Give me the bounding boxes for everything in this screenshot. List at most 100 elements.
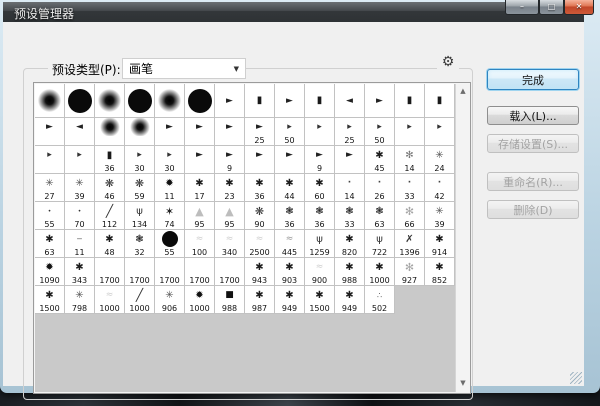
brush-cell[interactable] <box>35 84 65 118</box>
brush-cell[interactable]: ▸ <box>35 146 65 174</box>
brush-cell[interactable]: ≈900 <box>305 258 335 286</box>
brush-cell[interactable]: ✱ 44 <box>275 174 305 202</box>
brush-cell[interactable]: ▮ <box>245 84 275 118</box>
preset-type-select[interactable]: 画笔 ▼ <box>122 58 246 79</box>
vertical-scrollbar[interactable]: ▲ ▼ <box>455 84 470 392</box>
brush-cell[interactable]: ▮ <box>305 84 335 118</box>
brush-cell[interactable]: ✶ 74 <box>155 202 185 230</box>
brush-cell[interactable]: 1700 <box>215 258 245 286</box>
brush-cell[interactable]: ≈2500 <box>245 230 275 258</box>
brush-cell[interactable]: · 33 <box>395 174 425 202</box>
brush-cell[interactable]: ✱ 903 <box>275 258 305 286</box>
brush-cell[interactable] <box>65 84 95 118</box>
brush-cell[interactable]: ✱ 1500 <box>35 286 65 314</box>
brush-cell[interactable]: ▲ 95 <box>215 202 245 230</box>
brush-cell[interactable]: ► <box>185 118 215 146</box>
brush-cell[interactable] <box>125 84 155 118</box>
brush-cell[interactable]: ✱ 987 <box>245 286 275 314</box>
brush-cell[interactable]: ✱ 343 <box>65 258 95 286</box>
title-bar[interactable]: 预设管理器 <box>3 2 584 22</box>
brush-cell[interactable]: ≈340 <box>215 230 245 258</box>
brush-cell[interactable]: ❋ 46 <box>95 174 125 202</box>
save-set-button[interactable]: 存储设置(S)... <box>487 134 579 153</box>
brush-cell[interactable]: ▸ 50 <box>275 118 305 146</box>
brush-cell[interactable] <box>95 84 125 118</box>
brush-cell[interactable]: ► 25 <box>245 118 275 146</box>
resize-grip[interactable] <box>570 372 582 384</box>
brush-cell[interactable]: ✱ 63 <box>35 230 65 258</box>
brush-cell[interactable]: ❃ 36 <box>305 202 335 230</box>
brush-cell[interactable]: ► 9 <box>305 146 335 174</box>
brush-cell[interactable]: ✱ 852 <box>425 258 455 286</box>
brush-cell[interactable]: ✱ 1000 <box>365 258 395 286</box>
brush-cell[interactable]: ✻ 66 <box>395 202 425 230</box>
brush-cell[interactable]: ✱ 949 <box>335 286 365 314</box>
scroll-up-icon[interactable]: ▲ <box>456 87 470 95</box>
brush-cell[interactable]: ≈445 <box>275 230 305 258</box>
brush-cell[interactable]: ► <box>335 146 365 174</box>
minimize-button[interactable]: – <box>505 0 539 15</box>
brush-cell[interactable]: ✱ 45 <box>365 146 395 174</box>
delete-button[interactable]: 删除(D) <box>487 200 579 219</box>
brush-cell[interactable]: • 55 <box>35 202 65 230</box>
brush-cell[interactable]: ❃ 32 <box>125 230 155 258</box>
brush-cell[interactable]: 1700 <box>155 258 185 286</box>
brush-cell[interactable]: ❃ 63 <box>365 202 395 230</box>
brush-cell[interactable]: ∴ 502 <box>365 286 395 314</box>
gear-icon[interactable]: ⚙ <box>437 53 459 71</box>
brush-cell[interactable]: · 42 <box>425 174 455 202</box>
brush-cell[interactable]: ✱ 17 <box>185 174 215 202</box>
brush-cell[interactable] <box>95 118 125 146</box>
brush-cell[interactable]: ψ 1259 <box>305 230 335 258</box>
brush-cell[interactable]: ╱ 1000 <box>125 286 155 314</box>
brush-cell[interactable]: ◄ <box>65 118 95 146</box>
brush-cell[interactable]: ✱ 36 <box>245 174 275 202</box>
brush-cell[interactable]: ✹ 1000 <box>185 286 215 314</box>
brush-cell[interactable]: ► <box>155 118 185 146</box>
brush-cell[interactable]: ✹ 11 <box>155 174 185 202</box>
brush-cell[interactable]: ✱ 949 <box>275 286 305 314</box>
brush-cell[interactable]: ► <box>215 84 245 118</box>
brush-cell[interactable] <box>155 84 185 118</box>
brush-cell[interactable]: ► <box>245 146 275 174</box>
brush-cell[interactable]: ✻ 927 <box>395 258 425 286</box>
brush-cell[interactable]: · 14 <box>335 174 365 202</box>
brush-cell[interactable]: ✱ 820 <box>335 230 365 258</box>
brush-cell[interactable]: ▸ 30 <box>125 146 155 174</box>
restore-button[interactable]: □ <box>539 0 564 15</box>
brush-cell[interactable]: ✱ 1500 <box>305 286 335 314</box>
brush-cell[interactable]: ► <box>275 146 305 174</box>
brush-cell[interactable]: ▲ 95 <box>185 202 215 230</box>
brush-cell[interactable]: ✳ 906 <box>155 286 185 314</box>
brush-cell[interactable]: ■ 988 <box>215 286 245 314</box>
load-button[interactable]: 载入(L)... <box>487 106 579 125</box>
brush-cell[interactable]: ▸ <box>305 118 335 146</box>
brush-cell[interactable]: ╱ 112 <box>95 202 125 230</box>
brush-cell[interactable]: ✳ 27 <box>35 174 65 202</box>
close-button[interactable]: ✕ <box>564 0 594 15</box>
brush-cell[interactable]: ► <box>35 118 65 146</box>
brush-cell[interactable]: ✱ 23 <box>215 174 245 202</box>
brush-cell[interactable]: ‒ 11 <box>65 230 95 258</box>
brush-cell[interactable]: ► <box>215 118 245 146</box>
brush-cell[interactable]: ▸ 30 <box>155 146 185 174</box>
brush-cell[interactable]: ✱ 943 <box>245 258 275 286</box>
brush-cell[interactable]: ► <box>365 84 395 118</box>
brush-cell[interactable]: ▸ 25 <box>335 118 365 146</box>
rename-button[interactable]: 重命名(R)... <box>487 172 579 191</box>
brush-cell[interactable]: ► <box>275 84 305 118</box>
brush-cell[interactable]: ψ 134 <box>125 202 155 230</box>
brush-cell[interactable]: 1700 <box>185 258 215 286</box>
brush-cell[interactable]: ψ 722 <box>365 230 395 258</box>
brush-cell[interactable]: ▸ <box>425 118 455 146</box>
brush-cell[interactable]: ✱ 988 <box>335 258 365 286</box>
brush-cell[interactable]: · 26 <box>365 174 395 202</box>
brush-cell[interactable]: ✳ 39 <box>425 202 455 230</box>
brush-cell[interactable]: ✳ 798 <box>65 286 95 314</box>
brush-cell[interactable]: ❃ 33 <box>335 202 365 230</box>
brush-cell[interactable]: 55 <box>155 230 185 258</box>
brush-cell[interactable]: 1700 <box>95 258 125 286</box>
brush-cell[interactable] <box>185 84 215 118</box>
brush-cell[interactable]: ✱ 48 <box>95 230 125 258</box>
brush-cell[interactable]: ✹ 1090 <box>35 258 65 286</box>
